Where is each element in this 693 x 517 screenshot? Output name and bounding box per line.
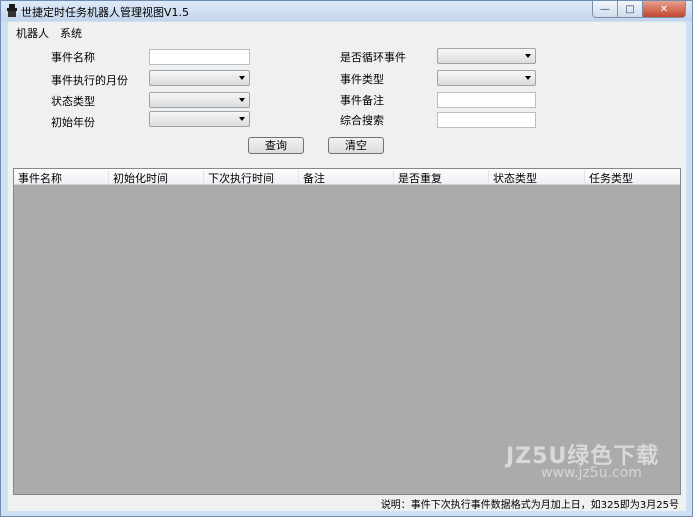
chevron-down-icon xyxy=(525,54,531,58)
column-header-repeat[interactable]: 是否重复 xyxy=(394,170,489,185)
close-button[interactable]: ✕ xyxy=(643,1,686,18)
chevron-down-icon xyxy=(239,117,245,121)
title-bar[interactable]: 世捷定时任务机器人管理视图V1.5 — □ ✕ xyxy=(1,1,692,21)
menu-system[interactable]: 系统 xyxy=(60,25,82,41)
chevron-down-icon xyxy=(525,76,531,80)
query-button[interactable]: 查询 xyxy=(248,137,304,154)
loop-event-select[interactable] xyxy=(437,48,536,64)
column-header-remark[interactable]: 备注 xyxy=(299,170,394,185)
event-type-select[interactable] xyxy=(437,70,536,86)
start-year-label: 初始年份 xyxy=(51,116,95,129)
window-controls: — □ ✕ xyxy=(592,1,686,19)
window-title: 世捷定时任务机器人管理视图V1.5 xyxy=(21,6,190,19)
menu-robot[interactable]: 机器人 xyxy=(16,25,49,41)
clear-button[interactable]: 清空 xyxy=(328,137,384,154)
status-type-label: 状态类型 xyxy=(51,95,95,108)
app-window: 世捷定时任务机器人管理视图V1.5 — □ ✕ 机器人 系统 事件名称 事件执行… xyxy=(0,0,693,517)
table-header: 事件名称 初始化时间 下次执行时间 备注 是否重复 状态类型 任务类型 xyxy=(14,169,680,185)
event-type-label: 事件类型 xyxy=(340,73,384,86)
format-note: 说明：事件下次执行事件数据格式为月加上日，如325即为3月25号 xyxy=(380,500,679,511)
maximize-button[interactable]: □ xyxy=(618,1,643,18)
start-year-select[interactable] xyxy=(149,111,250,127)
watermark-url: www.jz5u.com xyxy=(541,465,642,481)
event-remark-input[interactable] xyxy=(437,92,536,108)
loop-event-label: 是否循环事件 xyxy=(340,51,406,64)
column-header-status-type[interactable]: 状态类型 xyxy=(489,170,585,185)
chevron-down-icon xyxy=(239,98,245,102)
column-header-event-name[interactable]: 事件名称 xyxy=(14,170,109,185)
minimize-button[interactable]: — xyxy=(592,1,618,18)
event-name-label: 事件名称 xyxy=(51,51,95,64)
column-header-task-type[interactable]: 任务类型 xyxy=(585,170,680,185)
month-label: 事件执行的月份 xyxy=(51,74,128,87)
search-input[interactable] xyxy=(437,112,536,128)
status-type-select[interactable] xyxy=(149,92,250,108)
chevron-down-icon xyxy=(239,76,245,80)
column-header-init-time[interactable]: 初始化时间 xyxy=(109,170,204,185)
robot-app-icon xyxy=(7,4,17,17)
event-remark-label: 事件备注 xyxy=(340,94,384,107)
column-header-next-run[interactable]: 下次执行时间 xyxy=(204,170,299,185)
month-select[interactable] xyxy=(149,70,250,86)
search-label: 综合搜索 xyxy=(340,114,384,127)
menu-bar: 机器人 系统 xyxy=(8,22,686,40)
event-name-input[interactable] xyxy=(149,49,250,65)
